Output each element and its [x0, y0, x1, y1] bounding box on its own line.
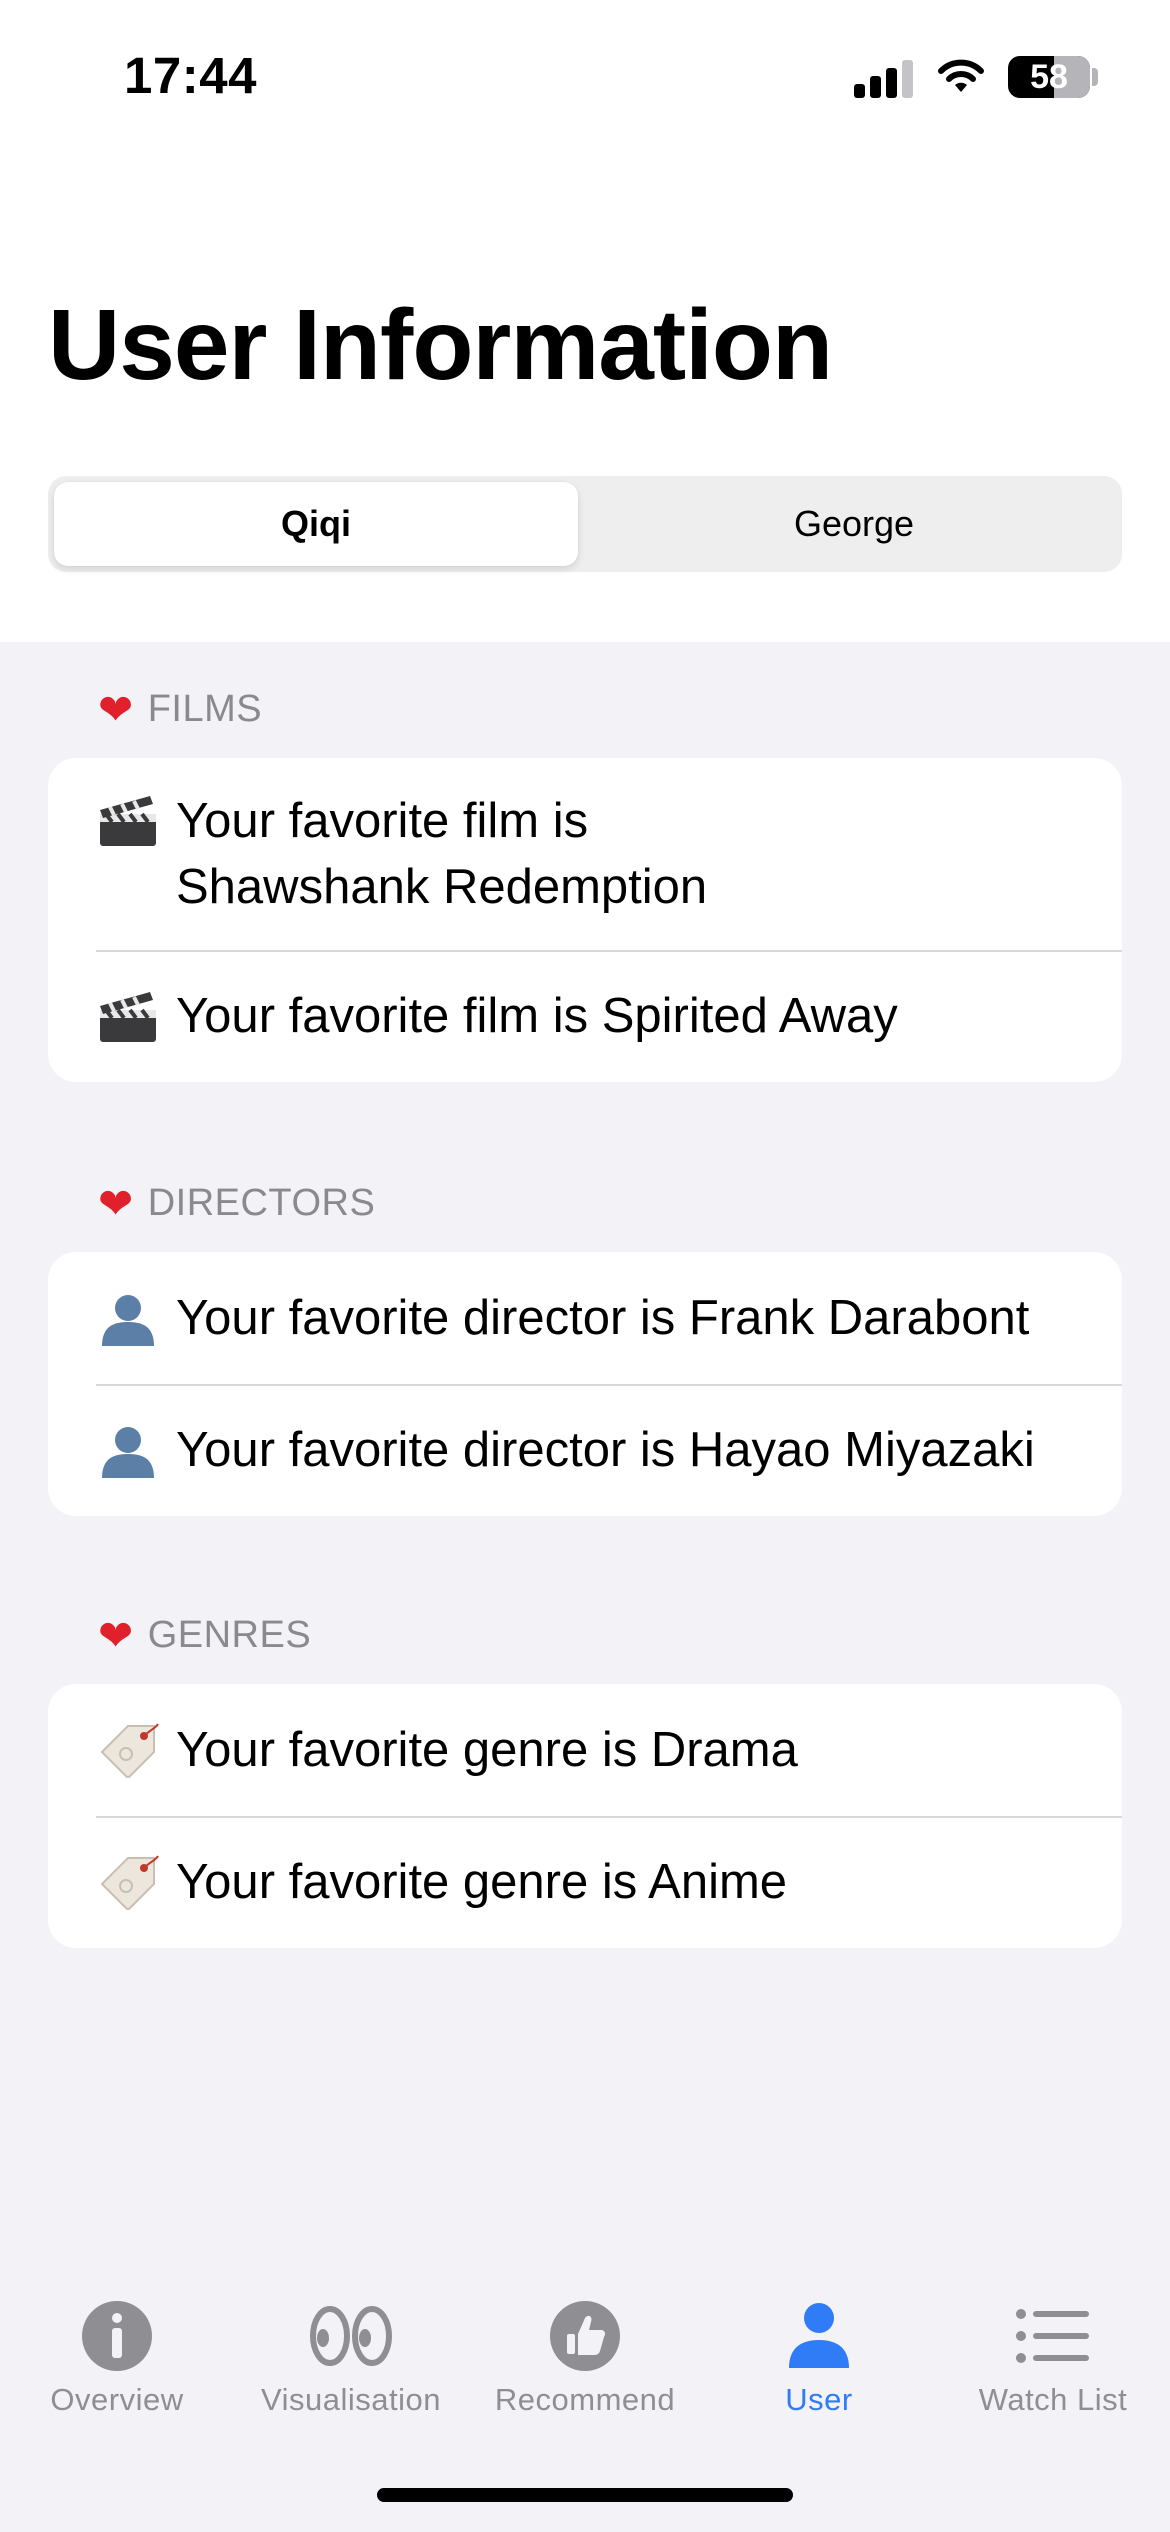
tab-watch-list[interactable]: Watch List [936, 2298, 1170, 2418]
thumbs-up-icon [550, 2301, 620, 2371]
list-item[interactable]: Your favorite director is Hayao Miyazaki [48, 1384, 1122, 1516]
directors-card: Your favorite director is Frank Darabont… [48, 1252, 1122, 1516]
tab-overview-label: Overview [50, 2382, 184, 2417]
segment-qiqi[interactable]: Qiqi [54, 482, 578, 566]
genres-header-label: GENRES [147, 1614, 312, 1656]
person-silhouette-icon [102, 1295, 154, 1346]
battery-cap [1092, 68, 1098, 86]
tab-visualisation[interactable]: Visualisation [234, 2298, 468, 2418]
tab-recommend[interactable]: Recommend [468, 2298, 702, 2418]
status-time: 17:44 [124, 47, 257, 104]
heart-icon: ❤ [98, 685, 134, 733]
person-icon [789, 2303, 849, 2368]
list-item[interactable]: Your favorite film is Shawshank Redempti… [48, 758, 1122, 950]
wifi-icon [938, 59, 984, 92]
info-circle-icon [82, 2301, 152, 2371]
film-row-text: Your favorite film is Spirited Away [176, 989, 898, 1043]
cellular-signal-icon [854, 58, 916, 98]
list-item[interactable]: Your favorite film is Spirited Away [48, 950, 1122, 1082]
tab-overview[interactable]: Overview [0, 2298, 234, 2418]
tab-watch-list-label: Watch List [978, 2382, 1128, 2417]
person-silhouette-icon [102, 1427, 154, 1478]
tab-user-label: User [785, 2382, 853, 2417]
films-section-header: ❤ FILMS [98, 688, 262, 731]
directors-header-label: DIRECTORS [147, 1182, 376, 1224]
genre-row-text: Your favorite genre is Drama [176, 1723, 798, 1777]
film-row-text: Your favorite film is Shawshank Redempti… [176, 794, 708, 914]
segment-george[interactable]: George [592, 482, 1116, 566]
list-item[interactable]: Your favorite genre is Drama [48, 1684, 1122, 1816]
user-segmented-control[interactable]: Qiqi George [48, 476, 1122, 572]
genres-card: Your favorite genre is Drama Your favori… [48, 1684, 1122, 1948]
home-indicator[interactable] [377, 2488, 793, 2502]
battery-icon: 58 [1008, 56, 1090, 98]
list-item[interactable]: Your favorite genre is Anime [48, 1816, 1122, 1948]
eyes-icon [310, 2306, 392, 2366]
tab-recommend-label: Recommend [494, 2382, 676, 2417]
directors-section-header: ❤ DIRECTORS [98, 1182, 375, 1225]
heart-icon: ❤ [98, 1611, 134, 1659]
genres-section-header: ❤ GENRES [98, 1614, 311, 1657]
clapper-board-icon [100, 796, 156, 846]
header-area: 17:44 58 User Information Qiqi George [0, 0, 1170, 642]
heart-icon: ❤ [98, 1179, 134, 1227]
label-tag-icon [100, 1855, 159, 1910]
films-card: Your favorite film is Shawshank Redempti… [48, 758, 1122, 1082]
director-row-text: Your favorite director is Frank Darabont [176, 1291, 1030, 1345]
clapper-board-icon [100, 992, 156, 1042]
director-row-text: Your favorite director is Hayao Miyazaki [176, 1423, 1035, 1477]
tab-user[interactable]: User [702, 2298, 936, 2418]
battery-level: 58 [1030, 58, 1068, 96]
label-tag-icon [100, 1723, 159, 1778]
films-header-label: FILMS [147, 688, 263, 730]
status-bar: 17:44 58 [0, 0, 1170, 150]
genre-row-text: Your favorite genre is Anime [176, 1855, 788, 1909]
list-item[interactable]: Your favorite director is Frank Darabont [48, 1252, 1122, 1384]
tab-visualisation-label: Visualisation [261, 2382, 441, 2417]
list-icon [1016, 2309, 1089, 2363]
page-title: User Information [48, 289, 833, 401]
